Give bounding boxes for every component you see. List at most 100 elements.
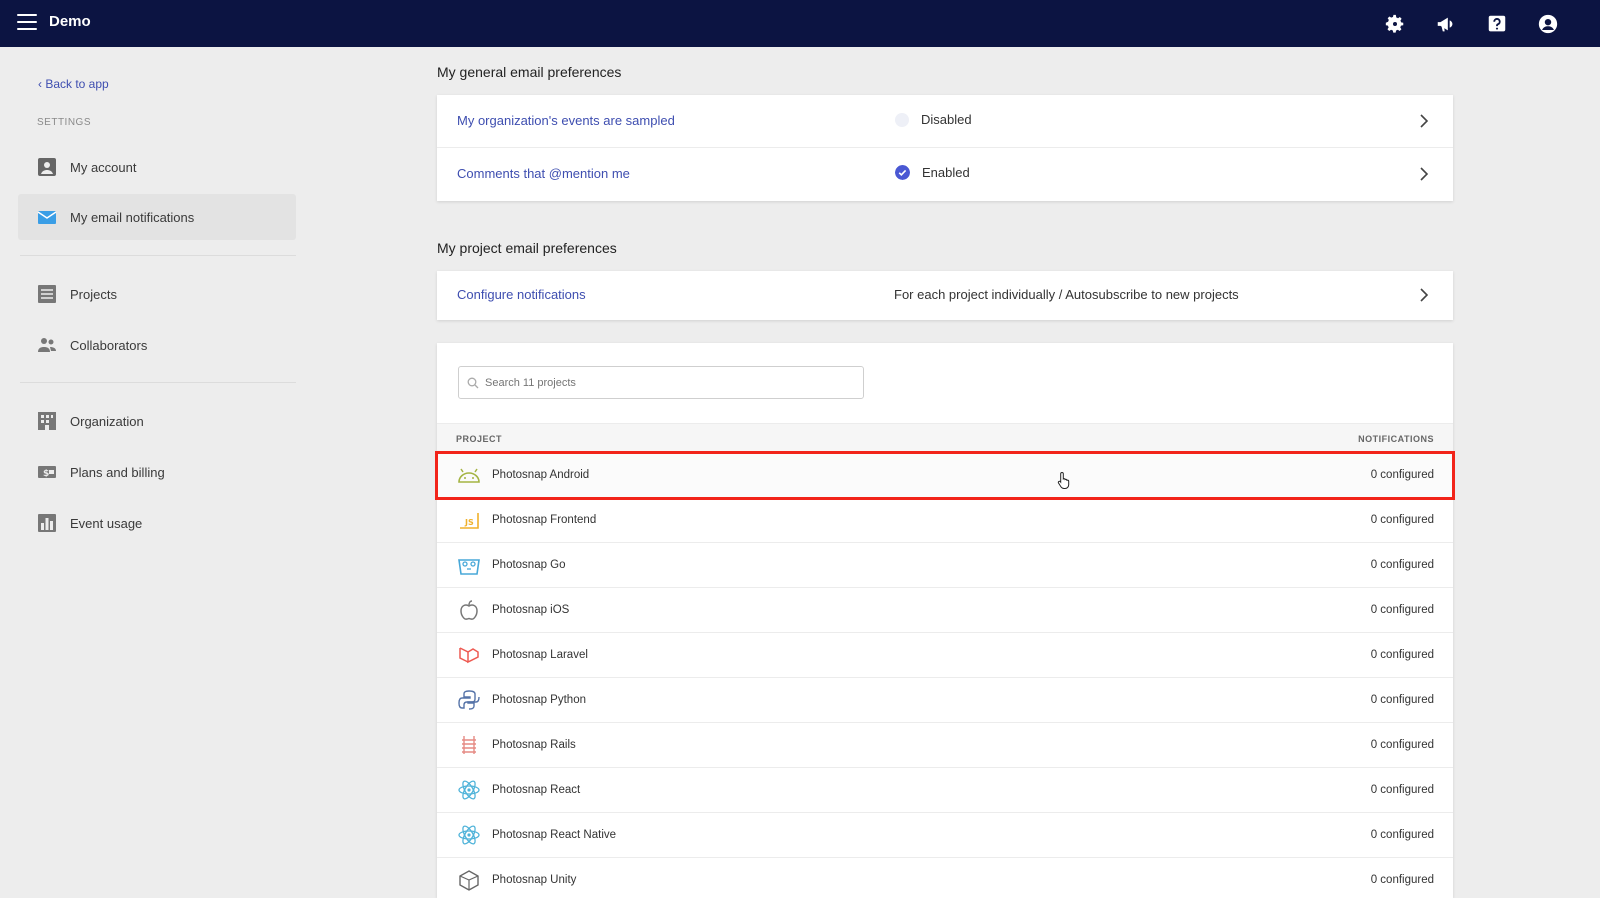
javascript-icon: JS <box>460 513 479 529</box>
table-row[interactable]: Photosnap Android 0 configured <box>435 451 1455 500</box>
project-notification-count: 0 configured <box>1370 874 1434 886</box>
project-name: Photosnap iOS <box>492 604 570 616</box>
sidebar-item-projects[interactable]: Projects <box>18 271 296 317</box>
pref-status: Disabled <box>895 112 972 127</box>
svg-text:JS: JS <box>464 518 474 527</box>
react-icon <box>458 825 480 845</box>
hand-cursor-icon <box>1057 471 1070 489</box>
sidebar-item-label: My account <box>70 159 137 175</box>
project-notification-count: 0 configured <box>1370 604 1434 616</box>
table-row[interactable]: Photosnap Unity 0 configured <box>437 858 1453 898</box>
sidebar-divider <box>20 255 296 256</box>
sidebar-item-my-account[interactable]: My account <box>18 144 296 190</box>
email-icon <box>37 211 57 224</box>
app-title: Demo <box>49 13 91 30</box>
gear-icon[interactable] <box>1384 13 1406 35</box>
chevron-right-icon <box>1420 167 1429 181</box>
project-notification-count: 0 configured <box>1370 784 1434 796</box>
chevron-right-icon <box>1420 114 1429 128</box>
project-name: Photosnap React <box>492 784 581 796</box>
search-input[interactable] <box>485 376 845 389</box>
column-header-project: PROJECT <box>456 434 503 444</box>
search-box <box>458 366 864 399</box>
back-to-app-link[interactable]: ‹ Back to app <box>38 77 109 91</box>
configure-notifications-link: Configure notifications <box>457 287 586 302</box>
project-name: Photosnap Android <box>492 469 590 481</box>
project-notification-count: 0 configured <box>1370 559 1434 571</box>
status-text: Enabled <box>922 165 970 180</box>
sidebar-item-my-email-notifications[interactable]: My email notifications <box>18 194 296 240</box>
android-icon <box>458 468 480 483</box>
project-name: Photosnap Rails <box>492 739 576 751</box>
sidebar-item-label: Event usage <box>70 515 143 531</box>
sidebar-item-label: Organization <box>70 413 144 429</box>
project-name: Photosnap React Native <box>492 829 617 841</box>
project-name: Photosnap Frontend <box>492 514 597 526</box>
react-icon <box>458 780 480 800</box>
pref-status: Enabled <box>895 165 970 180</box>
configure-notifications-card: Configure notifications For each project… <box>437 271 1453 320</box>
billing-icon: $ <box>38 466 56 479</box>
project-name: Photosnap Laravel <box>492 649 588 661</box>
projects-icon <box>38 285 56 303</box>
project-name: Photosnap Unity <box>492 874 577 886</box>
sidebar-item-organization[interactable]: Organization <box>18 398 296 444</box>
sidebar-item-label: Projects <box>70 286 117 302</box>
pref-row-mention-comments[interactable]: Comments that @mention me Enabled <box>437 148 1453 201</box>
search-icon <box>467 377 479 388</box>
organization-icon <box>38 412 56 430</box>
sidebar-divider <box>20 382 296 383</box>
table-row[interactable]: JS Photosnap Frontend 0 configured <box>437 498 1453 543</box>
sidebar-item-label: Plans and billing <box>70 464 165 480</box>
table-row[interactable]: Photosnap Python 0 configured <box>437 678 1453 723</box>
table-row[interactable]: Photosnap Laravel 0 configured <box>437 633 1453 678</box>
project-notification-count: 0 configured <box>1370 514 1434 526</box>
project-preferences-title: My project email preferences <box>437 240 617 256</box>
projects-table-card: PROJECT NOTIFICATIONS Photosnap Android … <box>435 343 1455 898</box>
table-row[interactable]: Photosnap Go 0 configured <box>437 543 1453 588</box>
project-notification-count: 0 configured <box>1370 694 1434 706</box>
configure-notifications-value: For each project individually / Autosubs… <box>894 287 1239 302</box>
sidebar-item-plans-and-billing[interactable]: $ Plans and billing <box>18 449 296 495</box>
apple-icon <box>460 600 478 620</box>
general-preferences-title: My general email preferences <box>437 64 622 80</box>
top-bar: Demo <box>0 0 1600 47</box>
megaphone-icon[interactable] <box>1435 13 1457 35</box>
user-icon[interactable] <box>1537 13 1559 35</box>
table-row[interactable]: Photosnap iOS 0 configured <box>437 588 1453 633</box>
pref-label: Comments that @mention me <box>457 166 630 181</box>
project-name: Photosnap Go <box>492 559 566 571</box>
laravel-icon <box>459 647 479 664</box>
help-icon[interactable] <box>1486 13 1508 35</box>
table-row[interactable]: Photosnap React 0 configured <box>437 768 1453 813</box>
project-notification-count: 0 configured <box>1370 739 1434 751</box>
collaborators-icon <box>38 338 56 352</box>
project-notification-count: 0 configured <box>1370 649 1434 661</box>
general-preferences-card: My organization's events are sampled Dis… <box>437 95 1453 201</box>
table-header: PROJECT NOTIFICATIONS <box>437 423 1453 453</box>
table-row[interactable]: Photosnap Rails 0 configured <box>437 723 1453 768</box>
project-notification-count: 0 configured <box>1370 829 1434 841</box>
check-circle-icon <box>895 165 910 180</box>
configure-notifications-row[interactable]: Configure notifications For each project… <box>437 271 1453 320</box>
go-icon <box>458 559 480 575</box>
chevron-right-icon <box>1420 288 1429 302</box>
sidebar-item-label: Collaborators <box>70 337 148 353</box>
sidebar-item-label: My email notifications <box>70 209 195 225</box>
project-notification-count: 0 configured <box>1370 469 1434 481</box>
menu-icon[interactable] <box>17 14 37 30</box>
pref-row-events-sampled[interactable]: My organization's events are sampled Dis… <box>437 95 1453 148</box>
status-text: Disabled <box>921 112 972 127</box>
rails-icon <box>462 736 476 754</box>
sidebar: ‹ Back to app SETTINGS My account My ema… <box>0 47 300 898</box>
usage-icon <box>38 514 56 532</box>
table-row[interactable]: Photosnap React Native 0 configured <box>437 813 1453 858</box>
disabled-indicator-icon <box>895 112 909 127</box>
sidebar-item-event-usage[interactable]: Event usage <box>18 500 296 546</box>
sidebar-item-collaborators[interactable]: Collaborators <box>18 322 296 368</box>
account-icon <box>38 158 56 176</box>
project-name: Photosnap Python <box>492 694 586 706</box>
svg-text:$: $ <box>43 469 49 479</box>
column-header-notifications: NOTIFICATIONS <box>1358 434 1434 444</box>
settings-section-label: SETTINGS <box>37 117 92 128</box>
